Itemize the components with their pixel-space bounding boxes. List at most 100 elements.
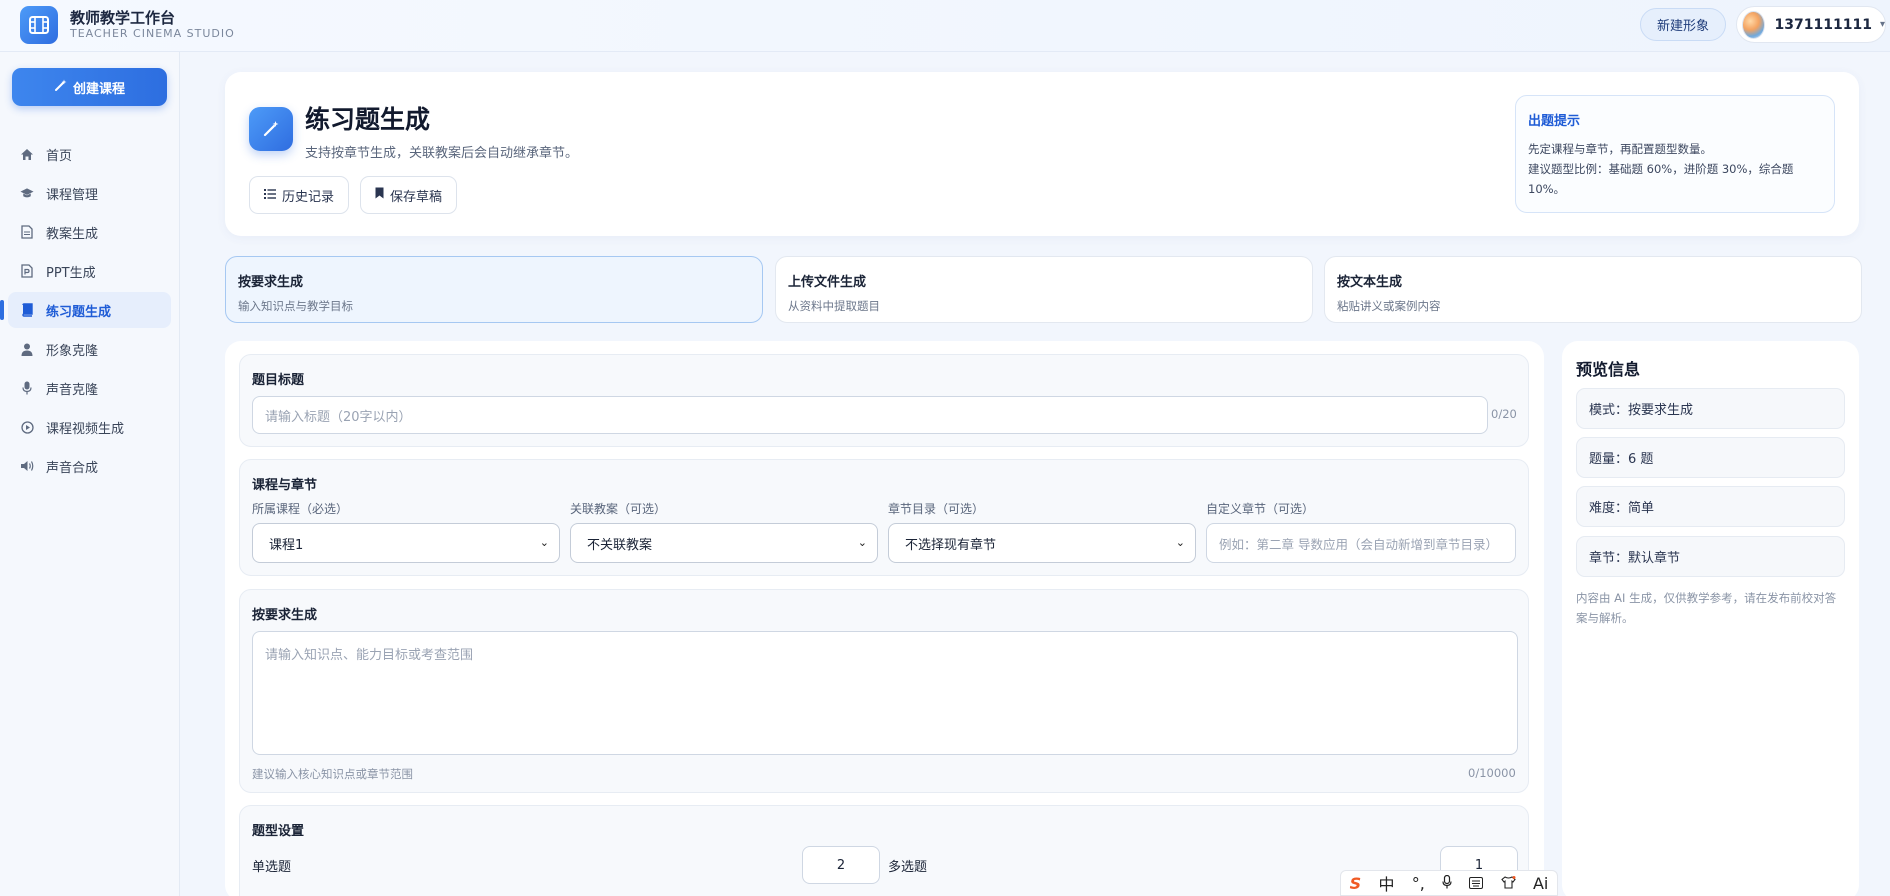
- title-input[interactable]: 请输入标题（20字以内）: [252, 396, 1488, 434]
- form-card: 题目标题 请输入标题（20字以内） 0/20 课程与章节 所属课程（必选） 关联…: [225, 341, 1544, 896]
- ime-toolbar: S 中 °, Ai: [1340, 870, 1558, 896]
- punctuation-icon[interactable]: °,: [1412, 874, 1425, 893]
- sidebar-item-label: 首页: [46, 148, 73, 164]
- sidebar-item-lesson-plan[interactable]: 教案生成: [8, 214, 171, 250]
- document-icon: [20, 225, 34, 239]
- section-title: 题目标题: [252, 373, 305, 388]
- ppt-file-icon: [20, 264, 34, 278]
- sidebar-item-exercise[interactable]: 练习题生成: [0, 292, 171, 328]
- new-avatar-button[interactable]: 新建形象: [1640, 8, 1726, 41]
- film-logo-icon: [20, 6, 58, 44]
- page-subtitle: 支持按章节生成，关联教案后会自动继承章节。: [305, 146, 579, 161]
- lesson-plan-label: 关联教案（可选）: [570, 502, 667, 516]
- tip-line: 先定课程与章节，再配置题型数量。: [1528, 142, 1712, 156]
- avatar: [1742, 10, 1765, 39]
- chapter-select[interactable]: 不选择现有章节 ⌄: [888, 523, 1196, 563]
- sogou-logo-icon[interactable]: S: [1350, 874, 1362, 893]
- book-icon: [20, 303, 34, 317]
- chevron-down-icon: ▾: [1879, 19, 1885, 30]
- tab-subtitle: 从资料中提取题目: [788, 299, 880, 313]
- chevron-down-icon: ⌄: [857, 536, 867, 549]
- sidebar-item-home[interactable]: 首页: [8, 136, 171, 172]
- user-menu[interactable]: 1371111111 ▾: [1736, 6, 1886, 43]
- keyboard-icon[interactable]: [1469, 874, 1484, 893]
- magic-wand-icon: [249, 107, 293, 151]
- microphone-icon: [20, 381, 34, 395]
- sidebar-item-label: 教案生成: [46, 226, 99, 242]
- chapter-label: 章节目录（可选）: [888, 502, 985, 516]
- requirement-section: 按要求生成 请输入知识点、能力目标或考查范围 建议输入核心知识点或章节范围 0/…: [239, 589, 1529, 793]
- preview-title: 预览信息: [1576, 360, 1641, 379]
- sidebar-item-label: 声音克隆: [46, 382, 99, 398]
- sidebar-item-label: 形象克隆: [46, 343, 99, 359]
- tip-title: 出题提示: [1528, 114, 1581, 129]
- sidebar-item-voice-synthesis[interactable]: 声音合成: [8, 448, 171, 484]
- sidebar-item-course-management[interactable]: 课程管理: [8, 175, 171, 211]
- save-draft-button[interactable]: 保存草稿: [360, 176, 457, 214]
- sidebar-item-course-video[interactable]: 课程视频生成: [8, 409, 171, 445]
- page-header-card: 练习题生成 支持按章节生成，关联教案后会自动继承章节。 历史记录 保存草稿 出题…: [225, 72, 1859, 236]
- top-bar: 教师教学工作台 TEACHER CINEMA STUDIO 新建形象 13711…: [0, 0, 1890, 52]
- user-icon: [20, 342, 34, 356]
- single-choice-count-input[interactable]: 2: [802, 846, 880, 884]
- history-button[interactable]: 历史记录: [249, 176, 349, 214]
- course-chapter-section: 课程与章节 所属课程（必选） 关联教案（可选） 章节目录（可选） 自定义章节（可…: [239, 459, 1529, 576]
- username: 1371111111: [1774, 16, 1872, 33]
- page-title: 练习题生成: [305, 105, 431, 134]
- play-circle-icon: [20, 420, 34, 434]
- magic-wand-icon: [54, 79, 67, 96]
- lesson-plan-select-value: 不关联教案: [587, 537, 653, 553]
- custom-chapter-input[interactable]: 例如：第二章 导数应用（会自动新增到章节目录）: [1206, 523, 1516, 563]
- list-icon: [263, 188, 276, 203]
- create-course-button[interactable]: 创建课程: [12, 68, 167, 106]
- title-section: 题目标题 请输入标题（20字以内） 0/20: [239, 354, 1529, 447]
- section-title: 课程与章节: [252, 478, 318, 493]
- title-char-count: 0/20: [1491, 407, 1517, 421]
- app-subtitle: TEACHER CINEMA STUDIO: [70, 27, 235, 40]
- requirement-char-count: 0/10000: [1468, 766, 1516, 780]
- sidebar-item-label: 练习题生成: [46, 304, 112, 320]
- requirement-hint: 建议输入核心知识点或章节范围: [252, 767, 413, 781]
- tab-title: 按要求生成: [238, 275, 304, 290]
- chevron-down-icon: ⌄: [539, 536, 549, 549]
- ai-icon[interactable]: Ai: [1533, 874, 1548, 893]
- course-select[interactable]: 课程1 ⌄: [252, 523, 560, 563]
- chevron-down-icon: ⌄: [1175, 536, 1185, 549]
- single-choice-label: 单选题: [252, 860, 292, 875]
- tip-line: 10%。: [1528, 182, 1566, 196]
- preview-count: 题量：6 题: [1576, 437, 1845, 478]
- skin-shirt-icon[interactable]: [1500, 874, 1516, 893]
- multi-choice-label: 多选题: [888, 860, 928, 875]
- preview-difficulty: 难度：简单: [1576, 486, 1845, 527]
- ime-language-toggle[interactable]: 中: [1378, 871, 1394, 895]
- sidebar-item-avatar-clone[interactable]: 形象克隆: [8, 331, 171, 367]
- requirement-textarea[interactable]: 请输入知识点、能力目标或考查范围: [252, 631, 1518, 755]
- section-title: 题型设置: [252, 824, 305, 839]
- tab-upload-file[interactable]: 上传文件生成 从资料中提取题目: [775, 256, 1313, 323]
- tab-title: 上传文件生成: [788, 275, 867, 290]
- chapter-select-value: 不选择现有章节: [905, 537, 997, 553]
- sidebar-item-label: 课程视频生成: [46, 421, 125, 437]
- question-type-section: 题型设置 单选题 2 多选题 1: [239, 805, 1529, 896]
- microphone-icon[interactable]: [1442, 874, 1452, 893]
- sidebar: 创建课程 首页 课程管理 教案生成 PPT生成 练习题生成 形象克隆 声音克隆 …: [0, 52, 180, 896]
- preview-mode: 模式：按要求生成: [1576, 388, 1845, 429]
- course-select-value: 课程1: [269, 537, 304, 553]
- sidebar-item-voice-clone[interactable]: 声音克隆: [8, 370, 171, 406]
- tab-by-text[interactable]: 按文本生成 粘贴讲义或案例内容: [1324, 256, 1862, 323]
- preview-chapter: 章节：默认章节: [1576, 536, 1845, 577]
- tab-by-requirement[interactable]: 按要求生成 输入知识点与教学目标: [225, 256, 763, 323]
- app-title: 教师教学工作台: [70, 9, 176, 27]
- tip-line: 建议题型比例：基础题 60%，进阶题 30%，综合题: [1528, 162, 1794, 176]
- preview-disclaimer: 内容由 AI 生成，仅供教学参考，请在发布前校对答案与解析。: [1576, 591, 1837, 625]
- graduation-cap-icon: [20, 186, 34, 200]
- tip-card: 出题提示 先定课程与章节，再配置题型数量。 建议题型比例：基础题 60%，进阶题…: [1515, 95, 1835, 213]
- lesson-plan-select[interactable]: 不关联教案 ⌄: [570, 523, 878, 563]
- sidebar-item-ppt[interactable]: PPT生成: [8, 253, 171, 289]
- tab-title: 按文本生成: [1337, 275, 1403, 290]
- bookmark-icon: [375, 187, 384, 203]
- course-label: 所属课程（必选）: [252, 502, 349, 516]
- sidebar-item-label: 声音合成: [46, 460, 99, 476]
- preview-panel: 预览信息 模式：按要求生成 题量：6 题 难度：简单 章节：默认章节 内容由 A…: [1562, 341, 1859, 896]
- save-draft-label: 保存草稿: [389, 189, 442, 205]
